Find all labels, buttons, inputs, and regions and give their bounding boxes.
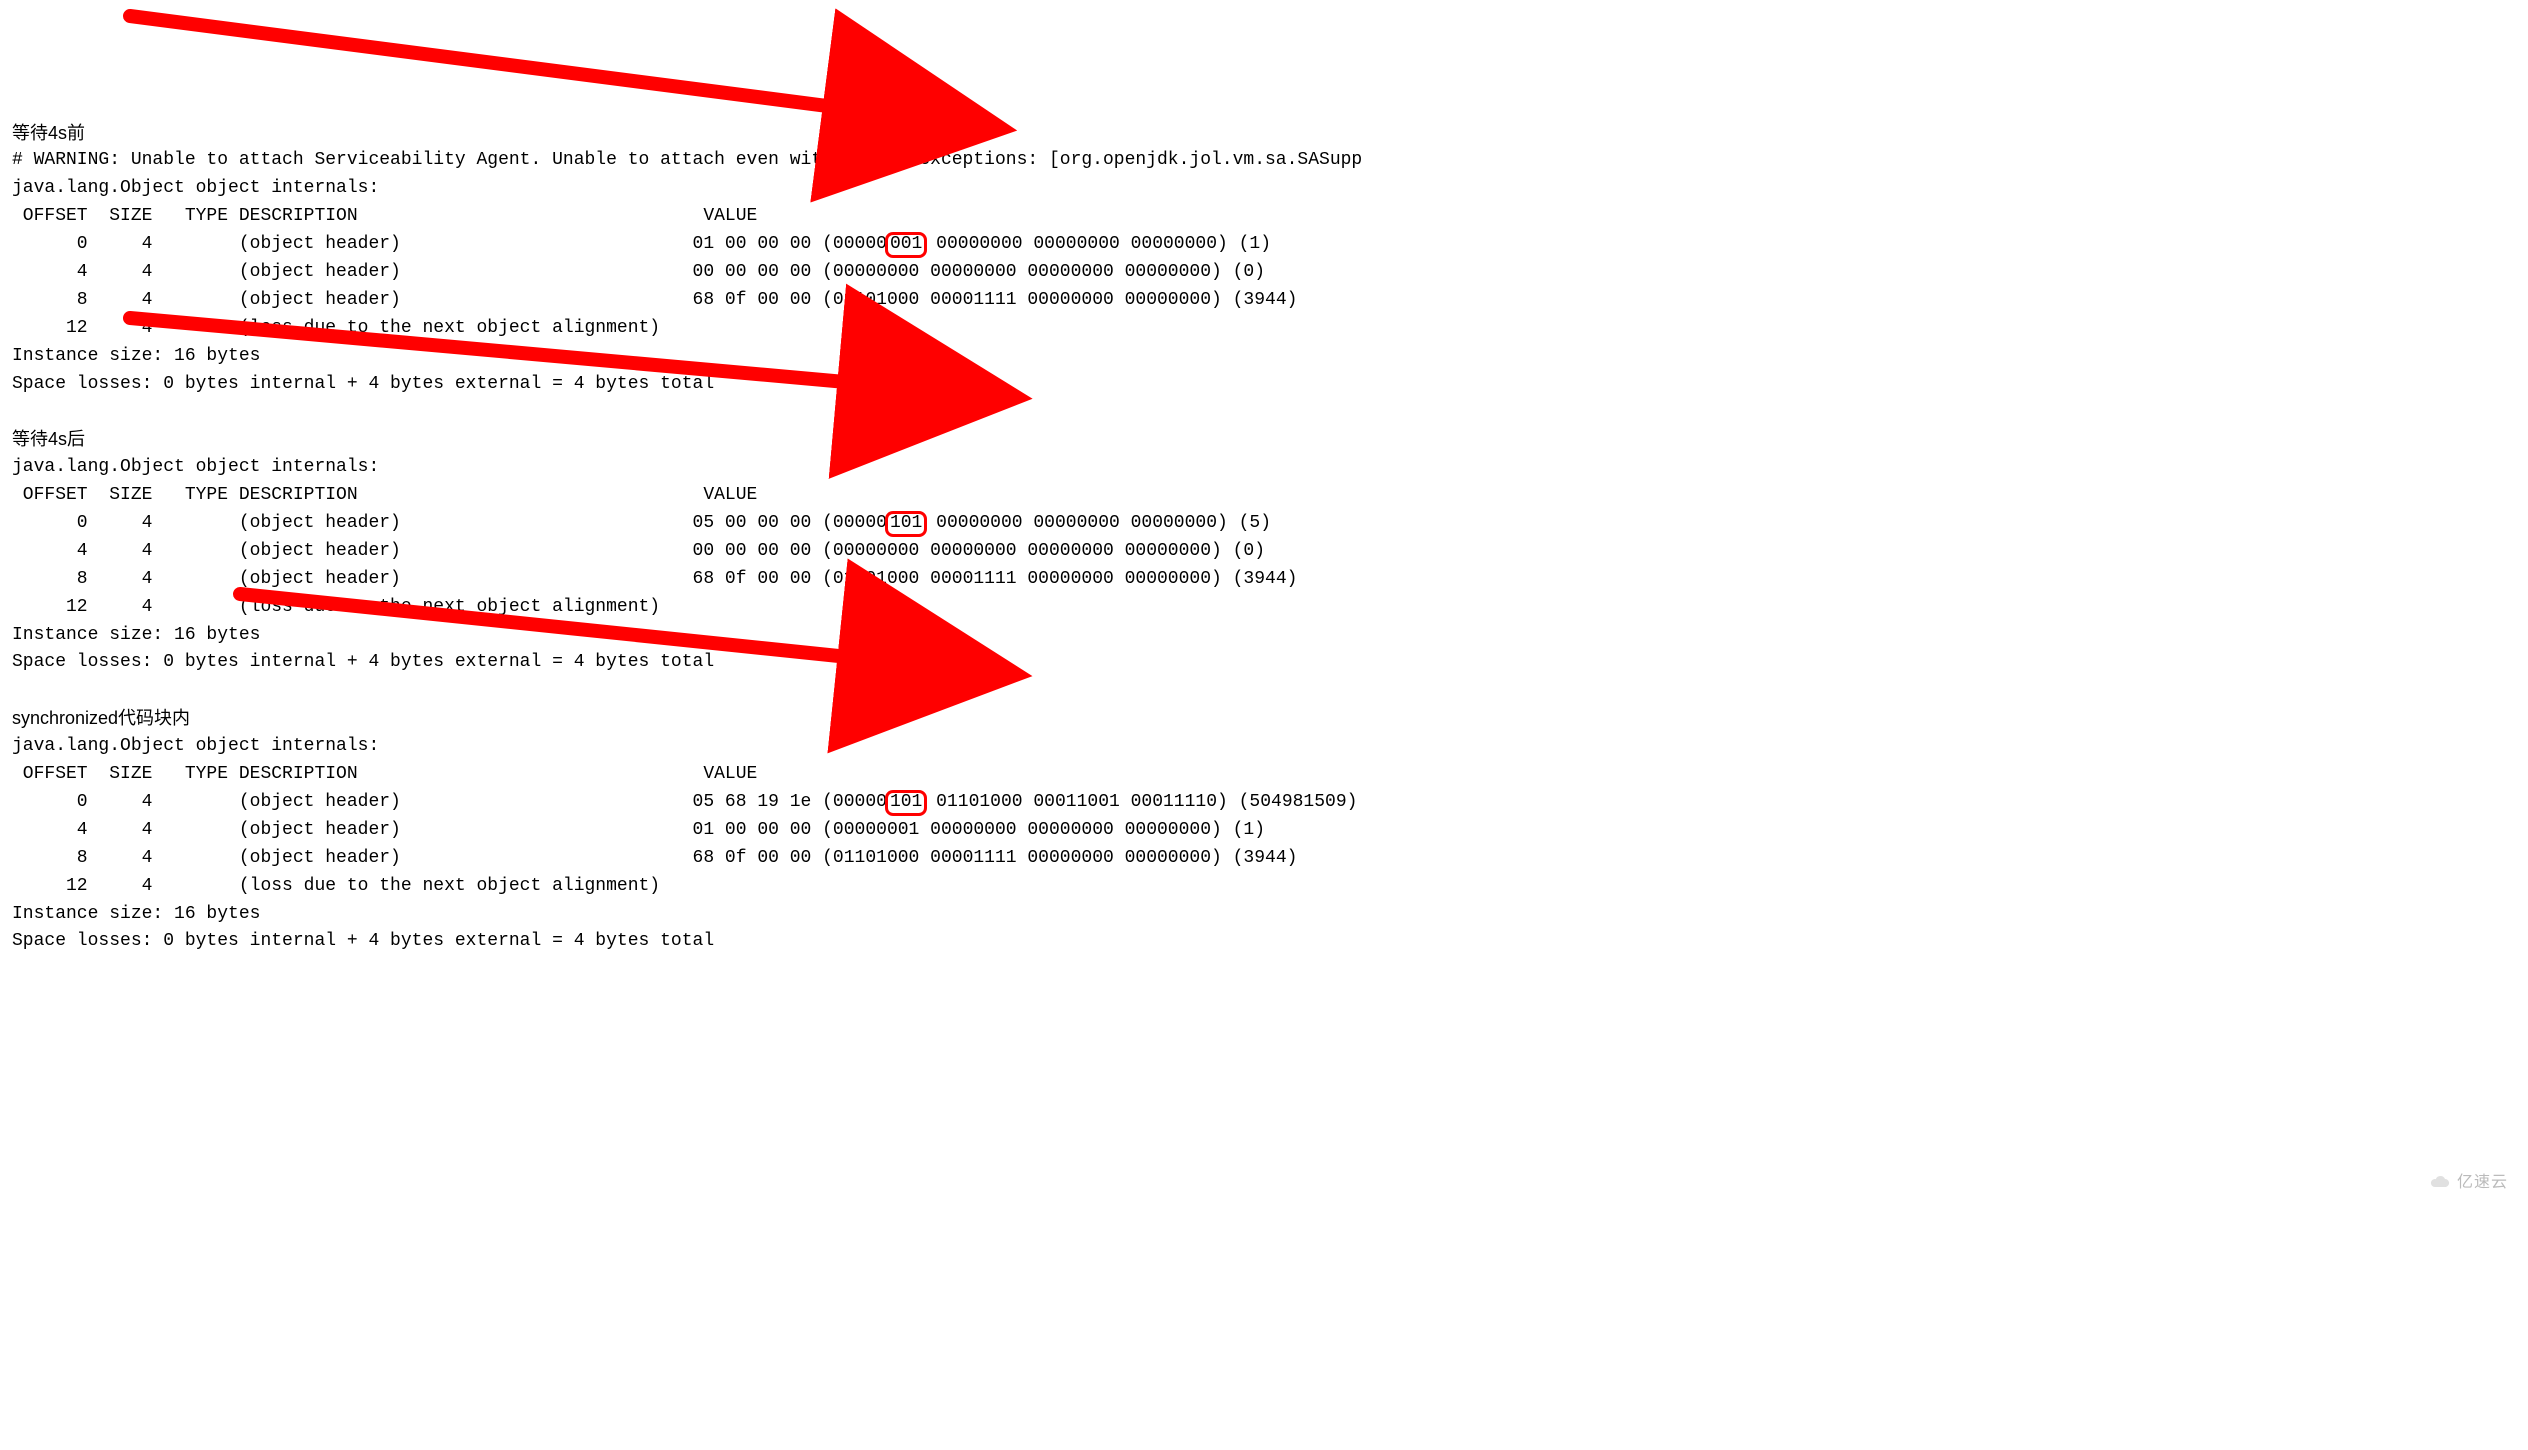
column-header: OFFSET SIZE TYPE DESCRIPTION VALUE (12, 203, 2516, 231)
warning-line: # WARNING: Unable to attach Serviceabili… (12, 147, 2516, 175)
table-row: 4 4 (object header) 01 00 00 00 (0000000… (12, 817, 2516, 845)
table-row: 0 4 (object header) 05 00 00 00 (0000010… (12, 510, 2516, 538)
table-row: 12 4 (loss due to the next object alignm… (12, 315, 2516, 343)
table-row: 8 4 (object header) 68 0f 00 00 (0110100… (12, 845, 2516, 873)
table-row: 12 4 (loss due to the next object alignm… (12, 594, 2516, 622)
table-row: 0 4 (object header) 05 68 19 1e (0000010… (12, 789, 2516, 817)
internals-header: java.lang.Object object internals: (12, 454, 2516, 482)
internals-header: java.lang.Object object internals: (12, 733, 2516, 761)
table-row: 4 4 (object header) 00 00 00 00 (0000000… (12, 259, 2516, 287)
instance-size: Instance size: 16 bytes (12, 901, 2516, 929)
section: 等待4s前# WARNING: Unable to attach Service… (12, 120, 2516, 427)
arrow (130, 16, 920, 118)
table-row: 8 4 (object header) 68 0f 00 00 (0110100… (12, 566, 2516, 594)
watermark-text: 亿速云 (2457, 1171, 2508, 1196)
console-output: 等待4s前# WARNING: Unable to attach Service… (12, 120, 2516, 957)
section-title: synchronized代码块内 (12, 705, 2516, 733)
table-row: 4 4 (object header) 00 00 00 00 (0000000… (12, 538, 2516, 566)
highlight-box: 101 (885, 790, 927, 816)
space-losses: Space losses: 0 bytes internal + 4 bytes… (12, 928, 2516, 956)
highlight-box: 001 (885, 232, 927, 258)
internals-header: java.lang.Object object internals: (12, 175, 2516, 203)
space-losses: Space losses: 0 bytes internal + 4 bytes… (12, 371, 2516, 399)
section-title: 等待4s后 (12, 426, 2516, 454)
column-header: OFFSET SIZE TYPE DESCRIPTION VALUE (12, 482, 2516, 510)
section: 等待4s后java.lang.Object object internals: … (12, 426, 2516, 705)
instance-size: Instance size: 16 bytes (12, 622, 2516, 650)
table-row: 0 4 (object header) 01 00 00 00 (0000000… (12, 231, 2516, 259)
space-losses: Space losses: 0 bytes internal + 4 bytes… (12, 649, 2516, 677)
table-row: 12 4 (loss due to the next object alignm… (12, 873, 2516, 901)
highlight-box: 101 (885, 511, 927, 537)
section-title: 等待4s前 (12, 120, 2516, 148)
instance-size: Instance size: 16 bytes (12, 343, 2516, 371)
table-row: 8 4 (object header) 68 0f 00 00 (0110100… (12, 287, 2516, 315)
section: synchronized代码块内java.lang.Object object … (12, 705, 2516, 956)
watermark: 亿速云 (2429, 1171, 2508, 1196)
column-header: OFFSET SIZE TYPE DESCRIPTION VALUE (12, 761, 2516, 789)
